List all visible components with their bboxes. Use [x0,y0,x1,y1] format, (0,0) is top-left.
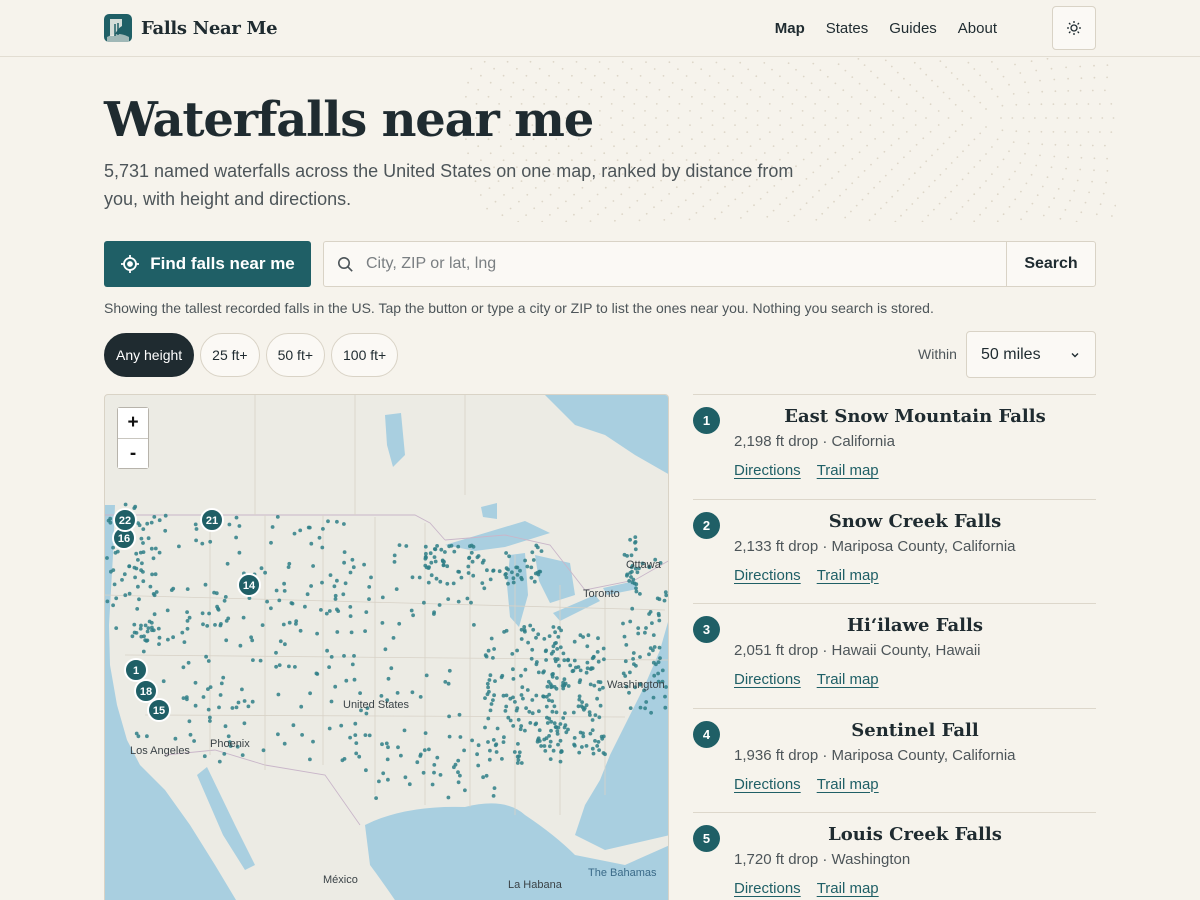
brand-name: Falls Near Me [141,17,278,39]
trail-map-link[interactable]: Trail map [817,880,879,897]
top-bar: Falls Near Me Map States Guides About [0,0,1200,57]
list-item[interactable]: 1 East Snow Mountain Falls 2,198 ft drop… [693,394,1096,499]
svg-text:18: 18 [140,686,152,698]
chip-any-height[interactable]: Any height [104,333,195,377]
map-marker[interactable]: 18 [134,679,158,703]
height-filter: Any height 25 ft+ 50 ft+ 100 ft+ [104,333,399,377]
nav-guides[interactable]: Guides [889,20,937,37]
search-bar: Search [323,241,1096,287]
pacific-ocean [105,505,236,900]
privacy-notice: Showing the tallest recorded falls in th… [104,300,934,316]
results-list: 1 East Snow Mountain Falls 2,198 ft drop… [693,394,1096,900]
distance-select[interactable]: 50 miles [966,331,1096,378]
directions-link[interactable]: Directions [734,462,801,479]
trail-map-link[interactable]: Trail map [817,567,879,584]
svg-text:22: 22 [119,515,131,527]
waterfall-map[interactable]: 21 16 22 14 1 18 15 + - Ottawa Toronto Washing… [104,394,669,900]
map-label-phoenix: Phoenix [210,738,250,750]
page-title: Waterfalls near me [104,92,594,148]
fall-meta: 2,133 ft drop · Mariposa County, Califor… [734,537,1016,555]
search-button[interactable]: Search [1006,242,1095,286]
fall-name: Louis Creek Falls [828,824,1002,845]
svg-text:21: 21 [206,515,218,527]
sun-icon [1067,21,1081,35]
lake-huron [535,555,575,603]
svg-text:14: 14 [243,580,256,592]
chip-50ft[interactable]: 50 ft+ [265,333,326,377]
map-label-toronto: Toronto [583,588,620,600]
trail-map-link[interactable]: Trail map [817,671,879,688]
rank-badge: 5 [693,825,720,852]
map-label-la-habana: La Habana [508,879,562,891]
lake-michigan [507,553,528,627]
map-label-washington: Washington [607,679,665,691]
page-subtitle: 5,731 named waterfalls across the United… [104,161,794,209]
find-near-me-button[interactable]: Find falls near me [104,241,311,287]
map-marker[interactable]: 1 [124,658,148,682]
rank-badge: 3 [693,616,720,643]
list-item[interactable]: 3 Hiʻilawe Falls 2,051 ft drop · Hawaii … [693,603,1096,708]
directions-link[interactable]: Directions [734,671,801,688]
fall-meta: 2,198 ft drop · California [734,433,895,450]
theme-toggle-button[interactable] [1052,6,1096,50]
trail-map-link[interactable]: Trail map [817,462,879,479]
main-nav: Map States Guides About [775,6,1096,50]
rank-badge: 4 [693,720,720,748]
fall-name: Snow Creek Falls [828,510,1002,532]
fall-name: East Snow Mountain Falls [784,406,1046,427]
trail-map-link[interactable]: Trail map [817,776,879,793]
rank-badge: 1 [693,407,720,434]
list-item[interactable]: 2 Snow Creek Falls 2,133 ft drop · Marip… [693,498,1096,604]
zoom-out-button[interactable]: - [118,438,148,468]
list-item[interactable]: 4 Sentinel Fall 1,936 ft drop · Mariposa… [693,707,1096,813]
zoom-in-button[interactable]: + [118,408,148,438]
directions-link[interactable]: Directions [734,776,801,793]
fall-name: Hiʻilawe Falls [847,615,983,636]
directions-link[interactable]: Directions [734,567,801,584]
chip-100ft[interactable]: 100 ft+ [331,333,399,377]
rank-badge: 2 [693,511,720,539]
hudson-bay [545,395,668,474]
lake-winnipeg [385,413,405,467]
brand-link[interactable]: Falls Near Me [104,14,278,42]
fall-name: Sentinel Fall [851,719,979,741]
fall-meta: 1,936 ft drop · Mariposa County, Califor… [734,746,1016,764]
map-marker[interactable]: 21 [200,508,224,532]
search-icon [324,242,366,286]
map-marker[interactable]: 22 [113,508,137,532]
list-item[interactable]: 5 Louis Creek Falls 1,720 ft drop · Wash… [693,812,1096,900]
map-label-bahamas: The Bahamas [588,867,657,879]
waterfall-logo-icon [104,14,132,42]
directions-link[interactable]: Directions [734,880,801,897]
find-near-me-label: Find falls near me [150,254,295,273]
map-label-los-angeles: Los Angeles [130,745,190,757]
chip-25ft[interactable]: 25 ft+ [200,333,260,377]
fall-meta: 2,051 ft drop · Hawaii County, Hawaii [734,642,981,659]
within-label: Within [918,346,957,362]
svg-text:1: 1 [133,665,139,677]
nav-states[interactable]: States [826,20,869,37]
map-label-ottawa: Ottawa [626,559,661,571]
zoom-control: + - [117,407,149,469]
map-marker[interactable]: 15 [147,698,171,722]
map-label-united-states: United States [343,699,410,711]
nav-about[interactable]: About [958,20,997,37]
svg-text:15: 15 [153,705,165,717]
search-input[interactable] [366,242,1006,286]
fall-meta: 1,720 ft drop · Washington [734,851,911,868]
nav-map[interactable]: Map [775,20,805,37]
distance-value: 50 miles [981,345,1041,363]
svg-text:16: 16 [118,533,130,545]
crosshair-icon [121,255,140,273]
map-label-mexico: México [323,874,358,886]
map-marker[interactable]: 14 [237,573,261,597]
lake-nipigon [481,503,497,519]
chevron-down-icon [1071,352,1079,357]
